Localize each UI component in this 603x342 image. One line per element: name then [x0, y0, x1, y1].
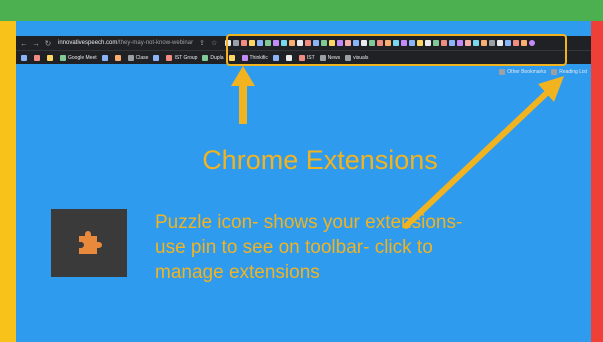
extensions-highlight-box [226, 34, 567, 66]
bookmark-google-meet[interactable]: Google Meet [60, 54, 97, 61]
share-icon[interactable]: ⇪ [199, 39, 205, 47]
bookmark-item[interactable] [47, 54, 55, 61]
back-arrow-icon[interactable]: ← [20, 39, 28, 48]
forward-arrow-icon[interactable]: → [32, 39, 40, 48]
puzzle-icon-tile [51, 209, 127, 277]
slide-description: Puzzle icon- shows your extensions-use p… [155, 212, 463, 283]
bookmark-item[interactable] [114, 54, 123, 61]
bookmark-dupla[interactable]: Dupla [202, 54, 224, 61]
bookmark-item[interactable] [21, 54, 29, 61]
bookmark-item[interactable] [101, 54, 110, 61]
bookmark-ist-group[interactable]: IST Group [166, 54, 197, 61]
puzzle-piece-icon [79, 231, 102, 254]
reload-icon[interactable]: ↻ [44, 39, 52, 48]
slide-title: Chrome Extensions [202, 145, 438, 175]
url-domain: innovativespeech.com [58, 40, 118, 46]
up-arrow-icon [231, 66, 255, 124]
address-bar[interactable]: innovativespeech.com/they-may-not-know-w… [58, 40, 193, 46]
bookmark-clase[interactable]: Clase [127, 54, 148, 61]
bookmark-item[interactable] [34, 54, 42, 61]
slide-frame: ← → ↻ innovativespeech.com/they-may-not-… [0, 0, 603, 342]
url-path: /they-may-not-know-webinar [117, 40, 194, 46]
star-icon[interactable]: ☆ [211, 39, 217, 47]
bookmark-item[interactable] [153, 54, 161, 61]
right-color-band [591, 21, 603, 342]
top-color-band [0, 0, 603, 21]
left-color-band [0, 21, 16, 342]
